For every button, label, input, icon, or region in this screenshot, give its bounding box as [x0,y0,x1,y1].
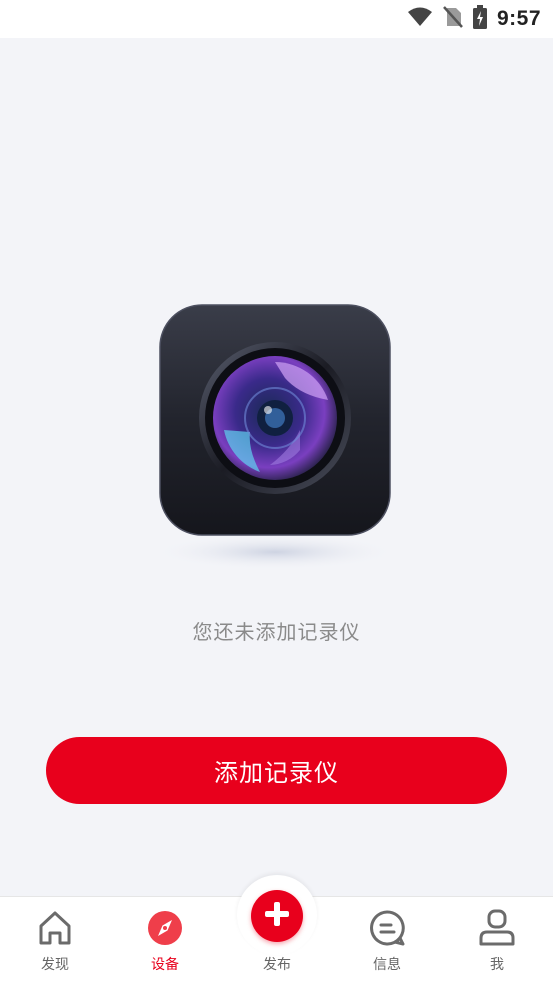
tab-label: 发现 [41,957,69,973]
status-time: 9:57 [496,7,541,30]
publish-button[interactable] [251,890,303,942]
chat-bubble-icon [365,906,409,950]
status-icons: 9:57 [407,0,541,38]
plus-icon [262,899,292,933]
wifi-icon [407,7,433,31]
tab-label: 我 [490,957,504,973]
tab-messages[interactable]: 信息 [332,896,442,983]
tab-label: 信息 [373,957,401,973]
tab-label: 设备 [151,957,179,973]
add-recorder-button[interactable]: 添加记录仪 [46,737,507,804]
battery-charging-icon [472,5,487,33]
user-icon [475,906,519,950]
no-sim-icon [443,6,463,32]
compass-icon [143,906,187,950]
tab-label-publish[interactable]: 发布 [222,954,332,974]
dashcam-lens-icon [150,300,400,575]
status-bar: 9:57 [0,0,553,38]
tab-discover[interactable]: 发现 [0,896,110,983]
tab-device[interactable]: 设备 [110,896,220,983]
home-icon [33,906,77,950]
tab-me[interactable]: 我 [442,896,552,983]
empty-state-message: 您还未添加记录仪 [192,620,361,644]
